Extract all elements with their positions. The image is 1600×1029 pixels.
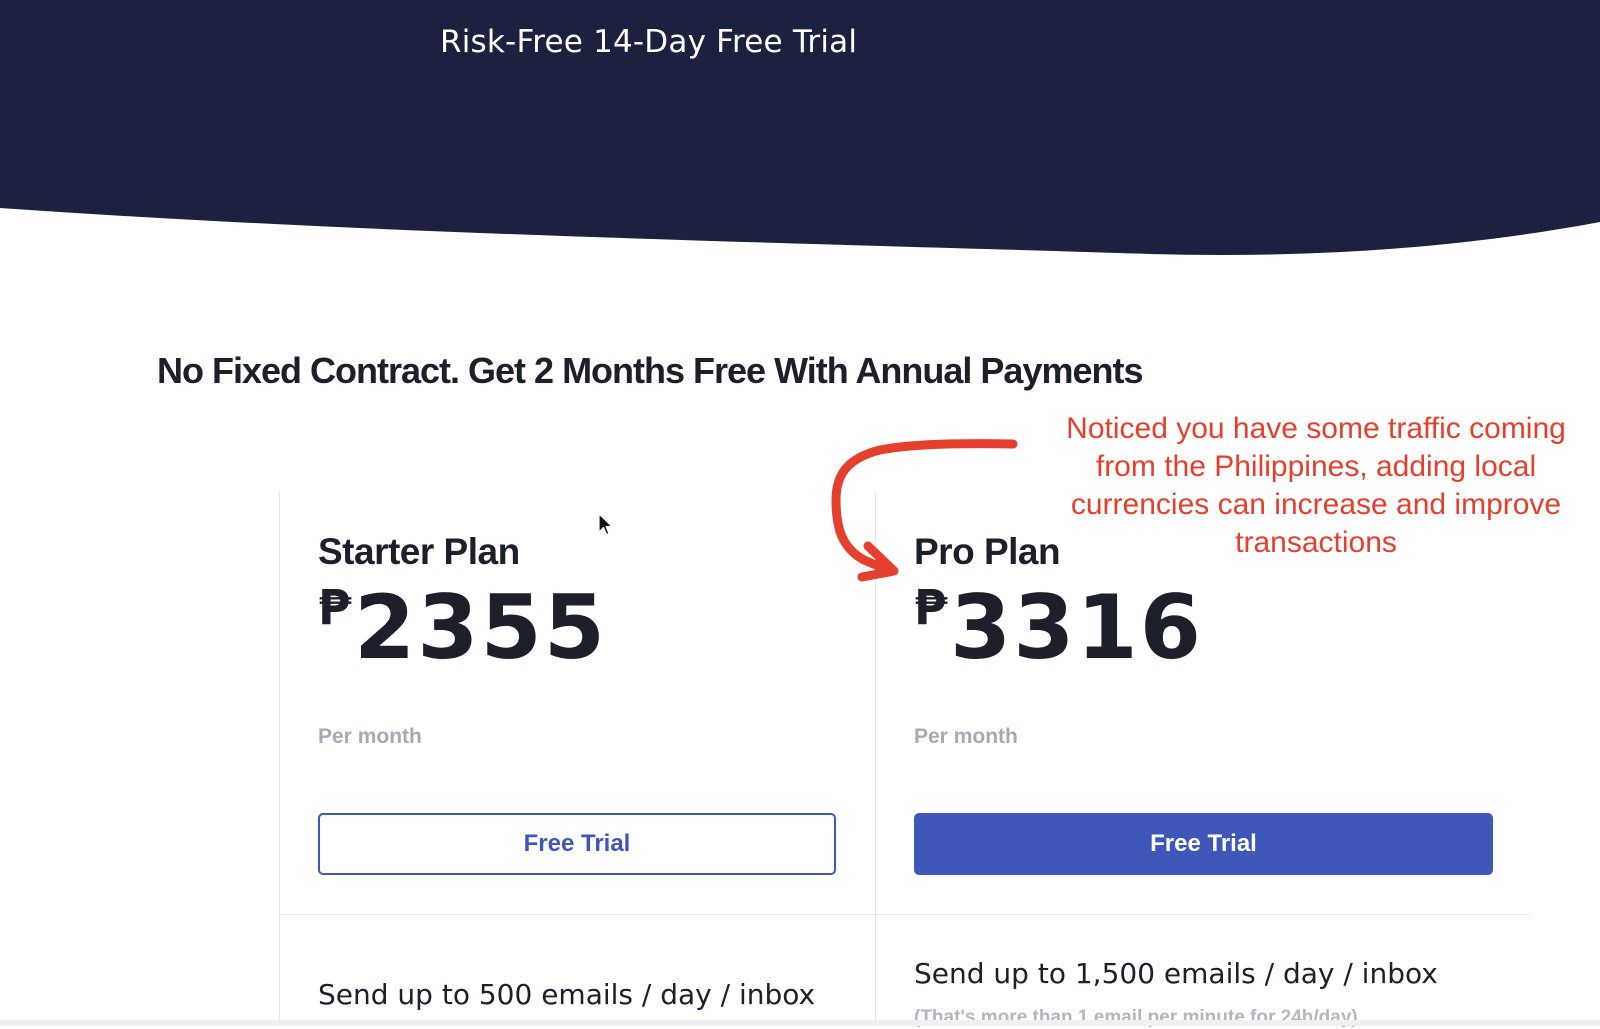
curved-arrow-icon [831, 439, 1018, 582]
mouse-pointer-icon [598, 513, 613, 536]
bottom-strip [0, 1020, 1600, 1026]
